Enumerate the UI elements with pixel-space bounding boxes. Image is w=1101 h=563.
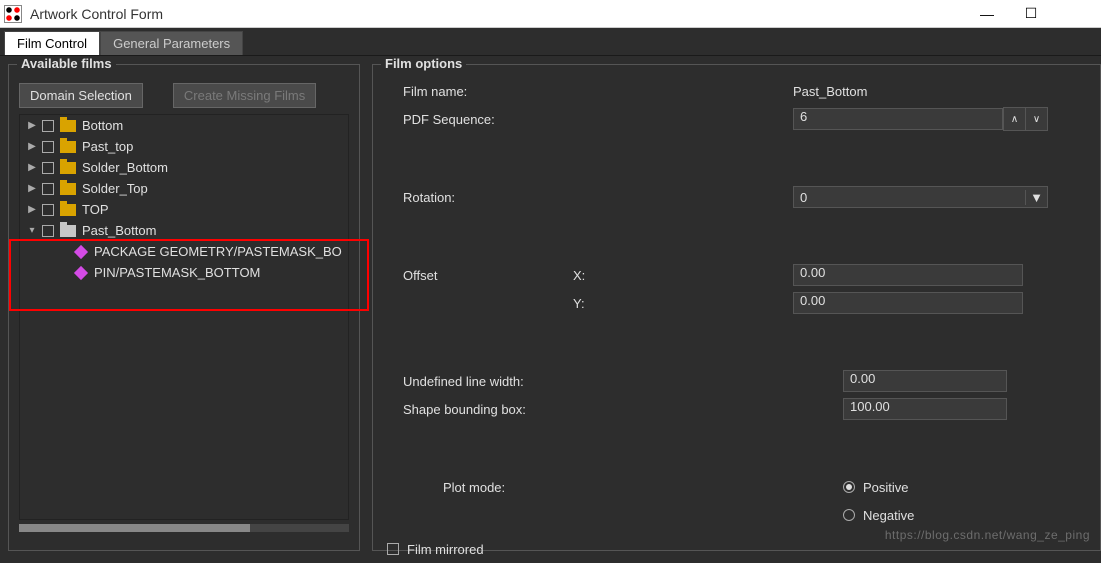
row-rotation: Rotation: 0 ▼ [383,183,1090,211]
checkbox[interactable] [42,120,54,132]
row-shape-box: Shape bounding box: 100.00 [383,395,1090,423]
folder-icon [60,162,76,174]
expand-icon[interactable]: ▶ [26,204,38,215]
label-film-name: Film name: [383,84,573,99]
label-film-mirrored: Film mirrored [407,542,484,557]
minimize-button[interactable]: — [965,0,1009,28]
row-undef-width: Undefined line width: 0.00 [383,367,1090,395]
groupbox-film-options: Film options Film name: Past_Bottom PDF … [372,64,1101,551]
collapse-icon[interactable]: ▾ [26,225,38,236]
checkbox[interactable] [42,162,54,174]
tree-label: Solder_Top [82,181,148,196]
row-plot-mode-neg: Negative [383,501,1090,529]
tree-item-solder-bottom[interactable]: ▶ Solder_Bottom [20,157,348,178]
panel-available-films: Available films Domain Selection Create … [8,64,360,551]
chevron-down-icon[interactable]: ▼ [1025,190,1047,205]
tree-item-solder-top[interactable]: ▶ Solder_Top [20,178,348,199]
tree-label: PACKAGE GEOMETRY/PASTEMASK_BO [94,244,342,259]
tree-label: Bottom [82,118,123,133]
folder-icon [60,141,76,153]
radio-negative[interactable] [843,509,855,521]
scrollbar-thumb[interactable] [19,524,250,532]
label-undef-width: Undefined line width: [383,374,793,389]
panel-film-options: Film options Film name: Past_Bottom PDF … [372,64,1101,551]
tree-item-past-top[interactable]: ▶ Past_top [20,136,348,157]
label-rotation: Rotation: [383,190,573,205]
label-offset: Offset [383,268,573,283]
spin-up-icon[interactable]: ∧ [1003,108,1025,130]
create-missing-films-button: Create Missing Films [173,83,316,108]
label-negative: Negative [863,508,914,523]
layer-icon [74,265,88,279]
label-plot-mode: Plot mode: [383,480,573,495]
tree-label: Solder_Bottom [82,160,168,175]
label-shape-box: Shape bounding box: [383,402,793,417]
rotation-dropdown[interactable]: 0 ▼ [793,186,1048,208]
value-film-name: Past_Bottom [793,84,867,99]
tree-item-bottom[interactable]: ▶ Bottom [20,115,348,136]
folder-icon [60,120,76,132]
checkbox[interactable] [42,141,54,153]
tree-label: Past_Bottom [82,223,156,238]
films-tree[interactable]: ▶ Bottom ▶ Past_top ▶ Solder_Bottom [19,114,349,520]
horizontal-scrollbar[interactable] [19,524,349,532]
tree-label: Past_top [82,139,133,154]
tree-label: TOP [82,202,109,217]
label-x: X: [573,268,585,283]
checkbox[interactable] [42,225,54,237]
label-pdf-sequence: PDF Sequence: [383,112,573,127]
checkbox[interactable] [42,183,54,195]
offset-x-input[interactable]: 0.00 [793,264,1023,286]
label-positive: Positive [863,480,909,495]
folder-icon [60,204,76,216]
window-controls: — ☐ [965,0,1097,28]
row-offset-y: Y: 0.00 [383,289,1090,317]
row-offset-x: Offset X: 0.00 [383,261,1090,289]
pdf-sequence-value[interactable]: 6 [793,108,1003,130]
row-pdf-sequence: PDF Sequence: 6 ∧ ∨ [383,105,1090,133]
close-button[interactable] [1053,0,1097,28]
tree-item-past-bottom[interactable]: ▾ Past_Bottom [20,220,348,241]
expand-icon[interactable]: ▶ [26,183,38,194]
tree-label: PIN/PASTEMASK_BOTTOM [94,265,260,280]
offset-y-input[interactable]: 0.00 [793,292,1023,314]
spin-down-icon[interactable]: ∨ [1025,108,1047,130]
legend-film-options: Film options [381,56,466,71]
layer-icon [74,244,88,258]
checkbox[interactable] [42,204,54,216]
expand-icon[interactable]: ▶ [26,141,38,152]
folder-open-icon [60,225,76,237]
pdf-sequence-input[interactable]: 6 ∧ ∨ [793,107,1048,131]
groupbox-available-films: Available films Domain Selection Create … [8,64,360,551]
tab-film-control[interactable]: Film Control [4,31,100,55]
domain-selection-button[interactable]: Domain Selection [19,83,143,108]
expand-icon[interactable]: ▶ [26,120,38,131]
films-toolbar: Domain Selection Create Missing Films [19,83,349,108]
content: Available films Domain Selection Create … [0,56,1101,551]
label-y: Y: [573,296,585,311]
checkbox-film-mirrored[interactable] [387,543,399,555]
tree-item-pb-child2[interactable]: PIN/PASTEMASK_BOTTOM [20,262,348,283]
tree-item-top[interactable]: ▶ TOP [20,199,348,220]
watermark: https://blog.csdn.net/wang_ze_ping [885,528,1090,542]
app-icon [4,5,22,23]
folder-icon [60,183,76,195]
expand-icon[interactable]: ▶ [26,162,38,173]
row-film-name: Film name: Past_Bottom [383,77,1090,105]
shape-box-input[interactable]: 100.00 [843,398,1007,420]
tab-general-parameters[interactable]: General Parameters [100,31,243,55]
row-plot-mode-pos: Plot mode: Positive [383,473,1090,501]
window-title: Artwork Control Form [30,6,965,22]
tree-item-pb-child1[interactable]: PACKAGE GEOMETRY/PASTEMASK_BO [20,241,348,262]
titlebar: Artwork Control Form — ☐ [0,0,1101,28]
legend-available-films: Available films [17,56,116,71]
rotation-value: 0 [794,190,1025,205]
maximize-button[interactable]: ☐ [1009,0,1053,28]
radio-positive[interactable] [843,481,855,493]
tabbar: Film Control General Parameters [0,28,1101,56]
undef-width-input[interactable]: 0.00 [843,370,1007,392]
